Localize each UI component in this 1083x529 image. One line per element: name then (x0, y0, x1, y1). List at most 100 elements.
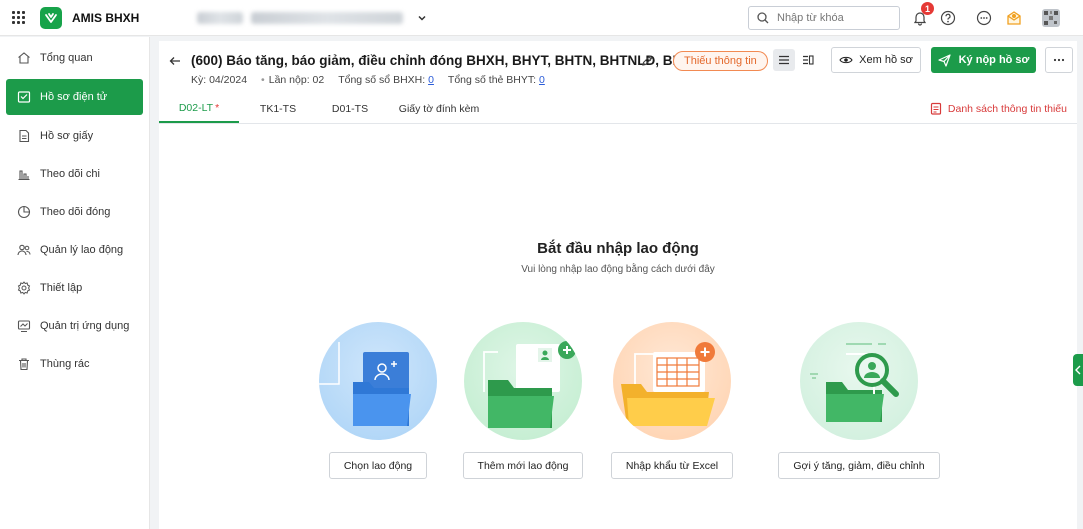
eye-icon (839, 56, 853, 64)
page-title: (600) Báo tăng, báo giảm, điều chỉnh đón… (191, 53, 704, 68)
top-bar: AMIS BHXH 1 (0, 0, 1083, 36)
tab-label: Giấy tờ đính kèm (398, 103, 480, 115)
pie-chart-icon (16, 204, 32, 220)
missing-info-link[interactable]: Danh sách thông tin thiếu (930, 102, 1067, 115)
bhxh-total: Tổng số sổ BHXH: 0 (338, 74, 434, 86)
status-badge: Thiếu thông tin (673, 51, 768, 71)
user-avatar[interactable] (1040, 7, 1062, 29)
help-icon[interactable] (937, 7, 959, 29)
option-choose-labor: Chọn lao động (315, 322, 441, 479)
required-marker: * (215, 102, 220, 114)
bhyt-total-label: Tổng số thẻ BHYT: (447, 74, 537, 86)
tab-label: D02-LT (178, 102, 214, 114)
empty-state-title: Bắt đầu nhập lao động (537, 240, 699, 257)
import-excel-illustration (613, 322, 731, 440)
search-box (748, 6, 900, 30)
document-meta: Kỳ: 04/2024 • Lần nộp: 02 Tổng số sổ BHX… (191, 74, 545, 86)
sign-submit-button[interactable]: Ký nộp hồ sơ (931, 47, 1036, 73)
bhxh-total-link[interactable]: 0 (428, 74, 434, 86)
tab-label: TK1-TS (259, 103, 297, 115)
sidebar-item-paper-documents[interactable]: Hồ sơ giấy (0, 117, 149, 155)
sidebar-item-label: Theo dõi đóng (40, 206, 111, 218)
sidebar-item-track-spending[interactable]: Theo dõi chi (0, 155, 149, 193)
e-document-icon (16, 89, 32, 105)
view-toggle (773, 49, 819, 71)
sidebar-item-label: Tổng quan (40, 52, 93, 64)
empty-state-subtitle: Vui lòng nhập lao động bằng cách dưới đâ… (521, 264, 715, 275)
sidebar: Tổng quan Hồ sơ điện tử Hồ sơ giấy Theo … (0, 37, 150, 529)
settings-icon (16, 280, 32, 296)
tab-d01-ts[interactable]: D01-TS (317, 95, 383, 123)
tab-attachments[interactable]: Giấy tờ đính kèm (383, 95, 495, 123)
sidebar-item-app-admin[interactable]: Quản trị ứng dụng (0, 307, 149, 345)
search-input[interactable] (777, 12, 887, 24)
sidebar-item-label: Hồ sơ điện tử (40, 91, 108, 103)
more-icon (1053, 58, 1065, 62)
paper-document-icon (16, 128, 32, 144)
sidebar-item-label: Hồ sơ giấy (40, 130, 94, 142)
bhyt-total: Tổng số thẻ BHYT: 0 (448, 74, 545, 86)
sidebar-item-e-documents[interactable]: Hồ sơ điện tử (6, 79, 143, 115)
choose-labor-illustration (319, 322, 437, 440)
notification-bell-icon[interactable]: 1 (909, 2, 934, 29)
chat-more-icon[interactable] (973, 7, 995, 29)
sign-submit-label: Ký nộp hồ sơ (958, 54, 1030, 66)
admin-icon (16, 318, 32, 334)
company-selector[interactable] (197, 11, 427, 24)
tab-d02-lt[interactable]: D02-LT * (159, 95, 239, 123)
suggest-changes-button[interactable]: Gợi ý tăng, giảm, điều chỉnh (778, 452, 940, 479)
back-arrow-icon[interactable] (167, 53, 183, 69)
side-panel-toggle[interactable] (1073, 354, 1083, 386)
trash-icon (16, 356, 32, 372)
app-logo[interactable] (40, 6, 62, 29)
period-text: Kỳ: 04/2024 (191, 74, 248, 86)
tab-label: D01-TS (331, 103, 369, 115)
notification-badge: 1 (921, 2, 934, 15)
bhyt-total-link[interactable]: 0 (539, 74, 545, 86)
search-icon (757, 12, 769, 24)
choose-labor-button[interactable]: Chọn lao động (328, 452, 428, 479)
option-import-excel: Nhập khẩu từ Excel (609, 322, 735, 479)
sidebar-item-label: Thiết lập (40, 282, 83, 294)
sidebar-item-label: Quản lý lao động (40, 244, 124, 256)
chevron-left-icon (1075, 365, 1081, 375)
sidebar-item-labor-management[interactable]: Quản lý lao động (0, 231, 149, 269)
view-document-label: Xem hồ sơ (859, 54, 913, 66)
sidebar-item-overview[interactable]: Tổng quan (0, 39, 149, 77)
sidebar-item-track-payment[interactable]: Theo dõi đóng (0, 193, 149, 231)
import-excel-button[interactable]: Nhập khẩu từ Excel (610, 452, 734, 479)
send-icon (938, 53, 951, 67)
gift-mail-icon[interactable] (1003, 7, 1025, 29)
list-view-icon[interactable] (773, 49, 795, 71)
pencil-icon[interactable] (641, 54, 654, 70)
more-options-button[interactable] (1045, 47, 1073, 73)
split-view-icon[interactable] (797, 49, 819, 71)
separator-dot: • (261, 74, 265, 86)
missing-info-label: Danh sách thông tin thiếu (947, 102, 1067, 115)
main-panel: (600) Báo tăng, báo giảm, điều chỉnh đón… (159, 41, 1077, 529)
home-icon (16, 50, 32, 66)
import-excel-label: Nhập khẩu từ Excel (625, 459, 719, 472)
sidebar-item-label: Theo dõi chi (40, 168, 100, 180)
clipboard-icon (930, 102, 942, 115)
add-labor-illustration (464, 322, 582, 440)
choose-labor-label: Chọn lao động (343, 459, 413, 472)
option-suggest-changes: Gợi ý tăng, giảm, điều chỉnh (778, 322, 940, 479)
sidebar-item-label: Quản trị ứng dụng (40, 320, 130, 332)
chevron-down-icon (417, 13, 427, 23)
sidebar-item-trash[interactable]: Thùng rác (0, 345, 149, 383)
submit-count-text: Lần nộp: 02 (268, 74, 325, 86)
sidebar-item-settings[interactable]: Thiết lập (0, 269, 149, 307)
suggest-changes-label: Gợi ý tăng, giảm, điều chỉnh (793, 459, 925, 472)
option-add-labor: Thêm mới lao động (460, 322, 586, 479)
add-labor-label: Thêm mới lao động (477, 459, 569, 472)
bar-chart-icon (16, 166, 32, 182)
document-header: (600) Báo tăng, báo giảm, điều chỉnh đón… (159, 41, 1077, 96)
view-document-button[interactable]: Xem hồ sơ (831, 47, 921, 73)
suggest-changes-illustration (800, 322, 918, 440)
sidebar-item-label: Thùng rác (40, 358, 90, 370)
add-labor-button[interactable]: Thêm mới lao động (462, 452, 584, 479)
app-launcher-icon[interactable] (0, 0, 36, 36)
tab-tk1-ts[interactable]: TK1-TS (239, 95, 317, 123)
app-name: AMIS BHXH (72, 10, 140, 25)
